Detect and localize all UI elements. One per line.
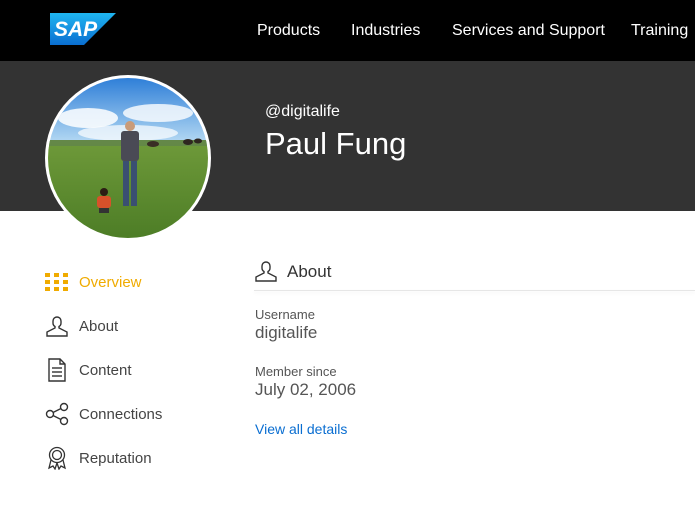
sidebar-item-reputation[interactable]: Reputation — [44, 445, 152, 471]
about-section-header: About — [254, 259, 331, 285]
sidebar-item-label: Overview — [79, 273, 142, 291]
username-value: digitalife — [255, 323, 318, 342]
username-label: Username — [255, 307, 315, 322]
sidebar-item-about[interactable]: About — [44, 313, 118, 339]
document-icon — [44, 357, 70, 383]
sidebar-item-label: Reputation — [79, 449, 152, 467]
sidebar-item-overview[interactable]: Overview — [44, 269, 142, 295]
nav-industries[interactable]: Industries — [351, 0, 420, 61]
grid-icon — [44, 269, 70, 295]
avatar-photo — [48, 78, 208, 238]
section-divider — [254, 290, 695, 291]
sidebar-item-label: About — [79, 317, 119, 335]
member-since-value: July 02, 2006 — [255, 380, 357, 399]
person-icon — [44, 313, 70, 339]
top-navigation-bar: SAP Products Industries Services and Sup… — [0, 0, 695, 61]
sidebar-item-label: Content — [79, 361, 132, 379]
view-all-details-link[interactable]: View all details — [255, 421, 347, 437]
avatar[interactable] — [45, 75, 211, 241]
sidebar-item-content[interactable]: Content — [44, 357, 132, 383]
member-since-label: Member since — [255, 364, 337, 379]
sidebar-item-label: Connections — [79, 405, 163, 423]
logo-text: SAP — [54, 18, 98, 41]
profile-handle: @digitalife — [265, 103, 340, 120]
award-badge-icon — [44, 445, 70, 471]
sidebar-item-connections[interactable]: Connections — [44, 401, 162, 427]
share-network-icon — [44, 401, 70, 427]
section-title: About — [287, 262, 332, 281]
sap-logo[interactable]: SAP — [50, 13, 116, 45]
nav-services-and-support[interactable]: Services and Support — [452, 0, 605, 61]
nav-training[interactable]: Training — [631, 0, 688, 61]
nav-products[interactable]: Products — [257, 0, 320, 61]
profile-name: Paul Fung — [265, 126, 407, 161]
person-icon — [254, 259, 280, 285]
